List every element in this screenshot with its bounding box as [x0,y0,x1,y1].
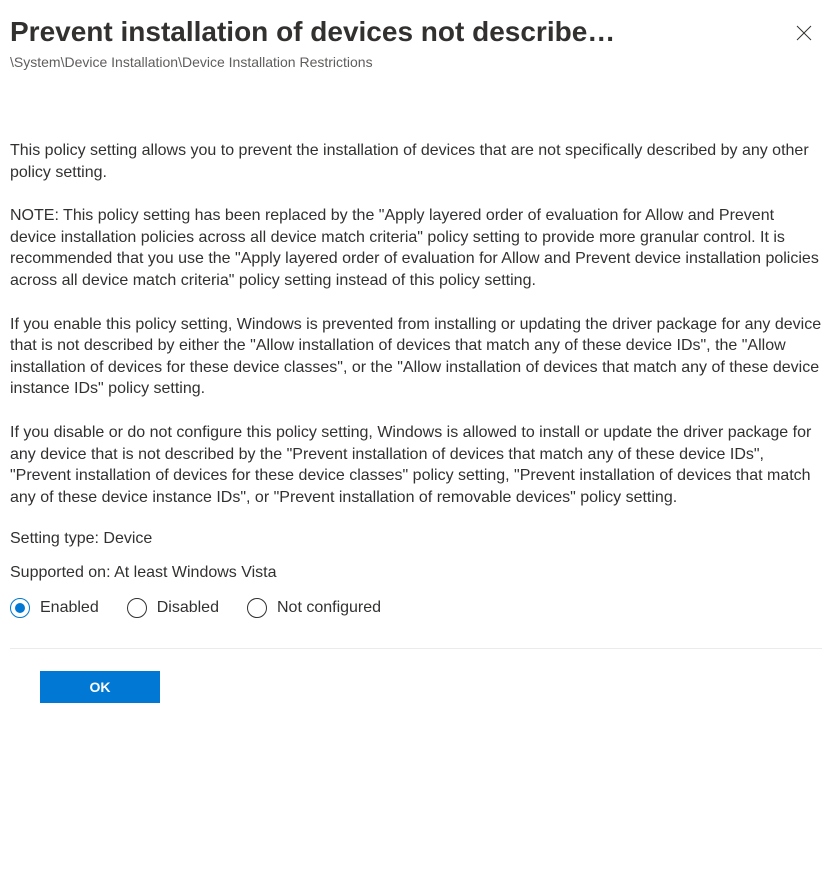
description-paragraph: NOTE: This policy setting has been repla… [10,205,822,291]
state-radio-group: Enabled Disabled Not configured [10,598,822,618]
description-paragraph: If you enable this policy setting, Windo… [10,314,822,400]
radio-circle-icon [247,598,267,618]
radio-not-configured[interactable]: Not configured [247,598,381,618]
radio-circle-icon [127,598,147,618]
radio-disabled[interactable]: Disabled [127,598,219,618]
radio-label: Not configured [277,599,381,617]
footer: OK [10,671,822,703]
divider [10,648,822,649]
dialog-title: Prevent installation of devices not desc… [10,14,786,49]
policy-description: This policy setting allows you to preven… [10,140,822,508]
description-paragraph: If you disable or do not configure this … [10,422,822,508]
close-button[interactable] [786,16,822,52]
breadcrumb: \System\Device Installation\Device Insta… [10,54,822,70]
policy-meta: Setting type: Device Supported on: At le… [10,530,822,582]
header: Prevent installation of devices not desc… [10,14,822,52]
radio-dot-icon [15,603,25,613]
policy-panel: Prevent installation of devices not desc… [0,0,832,713]
radio-circle-icon [10,598,30,618]
description-paragraph: This policy setting allows you to preven… [10,140,822,183]
setting-type: Setting type: Device [10,530,822,548]
supported-on: Supported on: At least Windows Vista [10,564,822,582]
radio-label: Disabled [157,599,219,617]
radio-label: Enabled [40,599,99,617]
ok-button[interactable]: OK [40,671,160,703]
radio-enabled[interactable]: Enabled [10,598,99,618]
close-icon [796,25,812,44]
